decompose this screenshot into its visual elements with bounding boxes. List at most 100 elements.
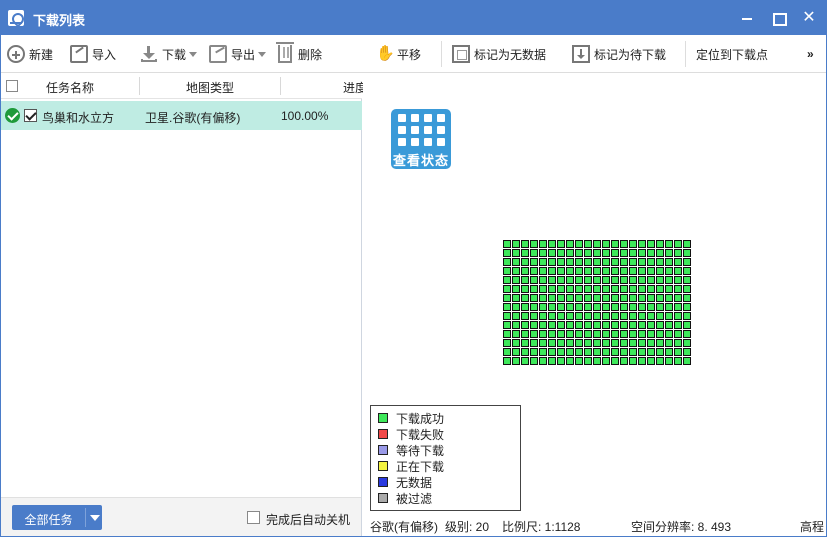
- map-tile[interactable]: [584, 339, 592, 347]
- map-tile[interactable]: [683, 285, 691, 293]
- map-tile[interactable]: [602, 348, 610, 356]
- map-tile[interactable]: [521, 348, 529, 356]
- map-tile[interactable]: [575, 348, 583, 356]
- map-tile[interactable]: [539, 357, 547, 365]
- map-tile[interactable]: [575, 357, 583, 365]
- map-tile[interactable]: [575, 276, 583, 284]
- map-tile[interactable]: [629, 267, 637, 275]
- map-tile[interactable]: [503, 285, 511, 293]
- export-button[interactable]: 导出: [209, 44, 267, 64]
- map-tile[interactable]: [512, 339, 520, 347]
- map-tile[interactable]: [638, 303, 646, 311]
- map-tile[interactable]: [620, 258, 628, 266]
- map-tile[interactable]: [557, 321, 565, 329]
- map-tile[interactable]: [566, 267, 574, 275]
- map-tile[interactable]: [584, 276, 592, 284]
- map-tile[interactable]: [566, 312, 574, 320]
- map-tile[interactable]: [647, 357, 655, 365]
- map-tile[interactable]: [665, 330, 673, 338]
- map-tile[interactable]: [503, 258, 511, 266]
- map-tile[interactable]: [548, 357, 556, 365]
- map-tile[interactable]: [503, 330, 511, 338]
- map-tile[interactable]: [521, 267, 529, 275]
- map-tile[interactable]: [656, 303, 664, 311]
- close-button[interactable]: ✕: [798, 7, 820, 29]
- map-tile[interactable]: [674, 303, 682, 311]
- map-tile[interactable]: [620, 249, 628, 257]
- map-tile[interactable]: [674, 258, 682, 266]
- map-tile[interactable]: [548, 348, 556, 356]
- map-tile[interactable]: [575, 321, 583, 329]
- map-tile[interactable]: [656, 249, 664, 257]
- map-tile[interactable]: [512, 357, 520, 365]
- map-tile[interactable]: [557, 249, 565, 257]
- map-tile[interactable]: [548, 249, 556, 257]
- map-tile[interactable]: [656, 357, 664, 365]
- map-tile[interactable]: [665, 249, 673, 257]
- map-tile[interactable]: [656, 339, 664, 347]
- pan-button[interactable]: 平移: [375, 44, 421, 64]
- map-tile[interactable]: [593, 240, 601, 248]
- map-tile[interactable]: [557, 339, 565, 347]
- map-tile[interactable]: [530, 258, 538, 266]
- map-tile[interactable]: [611, 276, 619, 284]
- map-tile[interactable]: [503, 294, 511, 302]
- map-tile[interactable]: [530, 330, 538, 338]
- map-tile[interactable]: [629, 285, 637, 293]
- map-tile[interactable]: [503, 267, 511, 275]
- map-tile[interactable]: [548, 285, 556, 293]
- map-tile[interactable]: [665, 357, 673, 365]
- map-tile[interactable]: [593, 258, 601, 266]
- map-tile[interactable]: [683, 339, 691, 347]
- map-tile[interactable]: [683, 249, 691, 257]
- map-tile[interactable]: [665, 294, 673, 302]
- map-tile[interactable]: [674, 249, 682, 257]
- map-tile[interactable]: [611, 240, 619, 248]
- map-tile[interactable]: [665, 285, 673, 293]
- map-tile[interactable]: [683, 240, 691, 248]
- map-tile[interactable]: [647, 276, 655, 284]
- map-tile[interactable]: [665, 240, 673, 248]
- map-tile[interactable]: [629, 240, 637, 248]
- map-tile[interactable]: [530, 276, 538, 284]
- mark-no-data-button[interactable]: 标记为无数据: [452, 44, 546, 64]
- map-tile[interactable]: [521, 258, 529, 266]
- map-tile[interactable]: [620, 294, 628, 302]
- map-tile[interactable]: [593, 267, 601, 275]
- map-tile[interactable]: [683, 321, 691, 329]
- map-tile[interactable]: [557, 285, 565, 293]
- map-tile[interactable]: [575, 249, 583, 257]
- map-tile[interactable]: [638, 240, 646, 248]
- tile-status-map[interactable]: 查看状态 下载成功 下载失败 等待下载 正在下载 无数据 被过滤: [363, 73, 826, 516]
- map-tile[interactable]: [602, 303, 610, 311]
- map-tile[interactable]: [593, 312, 601, 320]
- map-tile[interactable]: [593, 276, 601, 284]
- new-task-button[interactable]: 新建: [7, 44, 53, 64]
- map-tile[interactable]: [647, 303, 655, 311]
- map-tile[interactable]: [602, 339, 610, 347]
- map-tile[interactable]: [539, 276, 547, 284]
- map-tile[interactable]: [530, 249, 538, 257]
- map-tile[interactable]: [521, 294, 529, 302]
- map-tile[interactable]: [656, 258, 664, 266]
- map-tile[interactable]: [566, 285, 574, 293]
- map-tile[interactable]: [530, 321, 538, 329]
- map-tile[interactable]: [503, 249, 511, 257]
- map-tile[interactable]: [602, 285, 610, 293]
- map-tile[interactable]: [665, 303, 673, 311]
- map-tile[interactable]: [512, 303, 520, 311]
- map-tile[interactable]: [521, 330, 529, 338]
- select-all-checkbox[interactable]: [6, 80, 18, 92]
- map-tile[interactable]: [539, 303, 547, 311]
- map-tile[interactable]: [611, 348, 619, 356]
- map-tile[interactable]: [656, 312, 664, 320]
- map-tile[interactable]: [566, 357, 574, 365]
- map-tile[interactable]: [647, 321, 655, 329]
- map-tile[interactable]: [512, 285, 520, 293]
- map-tile[interactable]: [548, 267, 556, 275]
- map-tile[interactable]: [656, 285, 664, 293]
- map-tile[interactable]: [620, 357, 628, 365]
- map-tile[interactable]: [521, 276, 529, 284]
- map-tile[interactable]: [665, 321, 673, 329]
- map-tile[interactable]: [539, 321, 547, 329]
